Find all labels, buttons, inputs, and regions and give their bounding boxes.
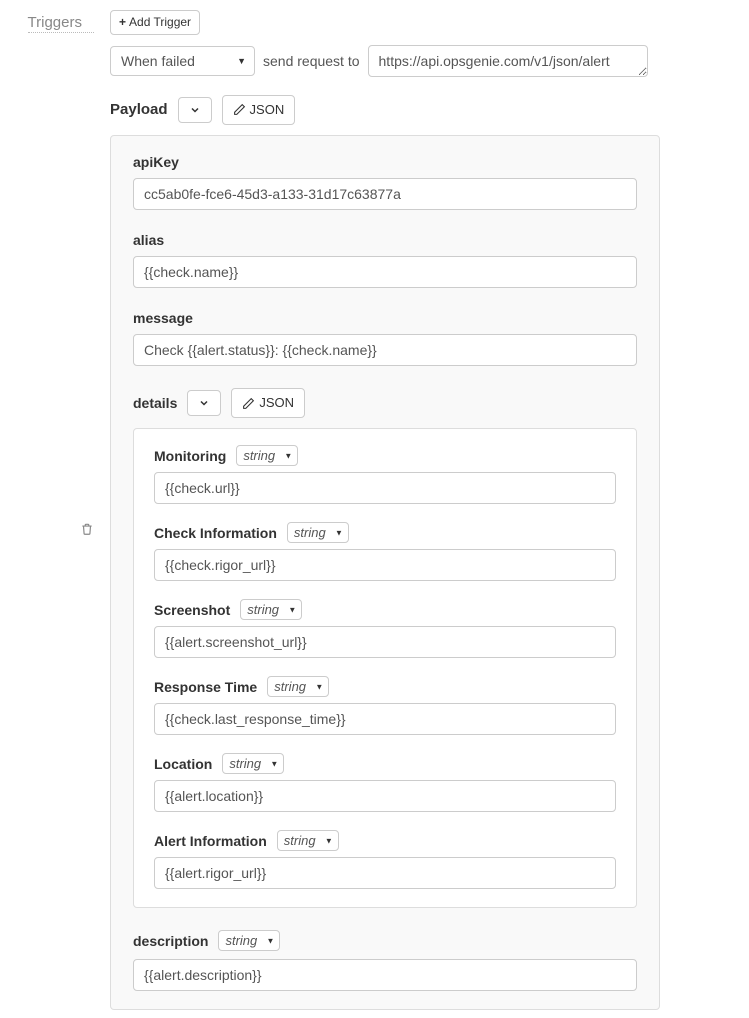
detail-type-select[interactable]: string [222, 753, 284, 774]
detail-value-input[interactable] [154, 780, 616, 812]
detail-value-input[interactable] [154, 549, 616, 581]
payload-json-button[interactable]: JSON [222, 95, 296, 125]
message-label: message [133, 310, 637, 326]
details-collapse-button[interactable] [187, 390, 221, 416]
details-json-button[interactable]: JSON [231, 388, 305, 418]
detail-label: Monitoring [154, 448, 226, 464]
detail-item: Location string [154, 753, 616, 812]
alias-input[interactable] [133, 256, 637, 288]
trash-icon[interactable] [80, 522, 98, 539]
plus-icon: + [119, 14, 126, 31]
payload-json-label: JSON [250, 101, 285, 119]
detail-value-input[interactable] [154, 703, 616, 735]
message-input[interactable] [133, 334, 637, 366]
triggers-label: Triggers [28, 8, 94, 33]
detail-item: Monitoring string [154, 445, 616, 504]
detail-label: Response Time [154, 679, 257, 695]
payload-collapse-button[interactable] [178, 97, 212, 123]
detail-label: Alert Information [154, 833, 267, 849]
detail-type-select[interactable]: string [236, 445, 298, 466]
detail-item: Alert Information string [154, 830, 616, 889]
alias-label: alias [133, 232, 637, 248]
detail-value-input[interactable] [154, 857, 616, 889]
details-json-label: JSON [259, 394, 294, 412]
detail-item: Check Information string [154, 522, 616, 581]
description-type-select[interactable]: string [218, 930, 280, 951]
detail-type-select[interactable]: string [287, 522, 349, 543]
condition-select-wrap: When failed [110, 46, 255, 76]
detail-label: Location [154, 756, 212, 772]
detail-type-select[interactable]: string [267, 676, 329, 697]
pencil-icon [233, 103, 246, 116]
detail-type-select[interactable]: string [277, 830, 339, 851]
detail-type-select[interactable]: string [240, 599, 302, 620]
add-trigger-button[interactable]: + Add Trigger [110, 10, 200, 35]
detail-value-input[interactable] [154, 626, 616, 658]
add-trigger-label: Add Trigger [129, 14, 191, 31]
detail-item: Response Time string [154, 676, 616, 735]
detail-value-input[interactable] [154, 472, 616, 504]
description-label: description [133, 933, 208, 949]
details-panel: Monitoring string Check Information stri… [133, 428, 637, 908]
request-url-input[interactable]: https://api.opsgenie.com/v1/json/alert [368, 45, 648, 77]
chevron-down-icon [189, 104, 201, 116]
apikey-label: apiKey [133, 154, 637, 170]
condition-select[interactable]: When failed [110, 46, 255, 76]
detail-item: Screenshot string [154, 599, 616, 658]
chevron-down-icon [198, 397, 210, 409]
detail-label: Check Information [154, 525, 277, 541]
apikey-input[interactable] [133, 178, 637, 210]
payload-title: Payload [110, 101, 168, 118]
description-input[interactable] [133, 959, 637, 991]
pencil-icon [242, 397, 255, 410]
payload-panel: apiKey alias message details [110, 135, 660, 1010]
details-title: details [133, 395, 177, 411]
send-request-label: send request to [263, 53, 360, 69]
detail-label: Screenshot [154, 602, 230, 618]
